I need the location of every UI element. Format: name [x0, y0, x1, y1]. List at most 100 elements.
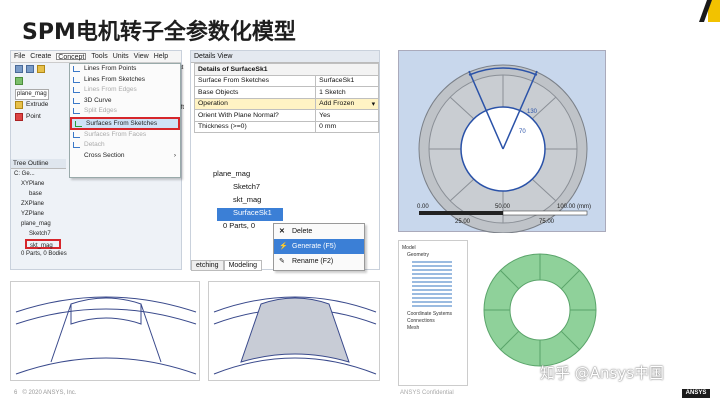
plane-dropdown[interactable]: plane_mag — [15, 89, 49, 100]
menu-item-label: Lines From Sketches — [84, 75, 146, 83]
tree-node[interactable]: Model — [402, 245, 464, 252]
rotor-ring-graphic: 130 70 0.00 50.00 100.00 (mm) 25.00 75.0… — [417, 64, 591, 234]
rotor-3d-view: 130 70 0.00 50.00 100.00 (mm) 25.00 75.0… — [398, 50, 606, 234]
rename-icon: ✎ — [279, 258, 285, 265]
tree-node[interactable]: 0 Parts, 0 Bodies — [11, 249, 67, 259]
menu-create[interactable]: Create — [30, 53, 51, 60]
bottom-tabs: etching Modeling — [191, 260, 262, 271]
surface-arc-graphic — [213, 296, 377, 375]
export-icon[interactable] — [37, 65, 45, 73]
slide-title: SPM电机转子全参数化模型 — [22, 20, 296, 45]
menu-item-label: Lines From Edges — [84, 86, 137, 93]
menu-item-cross-section[interactable]: Cross Section › — [70, 151, 180, 162]
split-icon — [73, 108, 80, 114]
details-key: Surface From Sketches — [193, 74, 317, 87]
save-icon[interactable] — [26, 65, 34, 73]
menu-tools[interactable]: Tools — [91, 53, 107, 60]
context-item-rename[interactable]: ✎ Rename (F2) — [274, 254, 364, 269]
footer-left: 6 © 2020 ANSYS, Inc. — [14, 390, 76, 396]
tree-node[interactable]: plane_mag — [199, 169, 379, 182]
tree-node[interactable]: skt_mag — [199, 195, 379, 208]
point-button[interactable]: Point — [26, 113, 41, 121]
details-section-title: Details of SurfaceSk1 — [194, 63, 379, 76]
tree-node[interactable]: YZPlane — [11, 209, 66, 219]
menu-item-surfaces-from-sketches[interactable]: Surfaces From Sketches — [70, 116, 180, 130]
menu-concept[interactable]: Concept — [56, 53, 87, 61]
menu-item-label: Split Edges — [84, 107, 117, 114]
detach-icon — [73, 142, 80, 148]
scale-label: 0.00 — [417, 204, 429, 210]
operation-select[interactable]: Add Frozen ▾ — [315, 97, 379, 110]
menu-help[interactable]: Help — [154, 53, 168, 60]
menu-item-3d-curve[interactable]: 3D Curve — [70, 96, 180, 107]
extrude-icon[interactable] — [15, 101, 23, 109]
dim-label: 130 — [527, 109, 538, 115]
tree-node[interactable]: XYPlane — [11, 179, 66, 189]
ansys-logo: ANSYS — [682, 389, 710, 398]
tree-node[interactable]: Connections — [402, 318, 464, 325]
select-icon[interactable] — [15, 77, 23, 85]
context-label: Generate (F5) — [292, 243, 336, 250]
tab-sketching[interactable]: etching — [191, 260, 224, 271]
page-number: 6 — [14, 390, 18, 396]
body-list — [412, 261, 464, 307]
menu-item-surfaces-from-faces: Surfaces From Faces — [70, 130, 180, 141]
tab-modeling[interactable]: Modeling — [223, 260, 262, 271]
menu-item-lines-from-points[interactable]: Lines From Points — [70, 64, 180, 75]
dropdown-arrow-icon: ▾ — [371, 100, 375, 108]
menu-item-label: 3D Curve — [84, 96, 112, 104]
context-item-generate[interactable]: ⚡ Generate (F5) — [274, 239, 364, 254]
point-icon[interactable] — [15, 113, 23, 121]
tree-node-surfacesk1[interactable]: SurfaceSk1 — [217, 208, 283, 221]
sketch-closeup-2 — [208, 281, 380, 381]
watermark: 知乎 @Ansys中国 — [540, 364, 665, 382]
lightning-icon: ⚡ — [279, 243, 288, 250]
details-key: Orient With Plane Normal? — [193, 109, 317, 122]
menu-file[interactable]: File — [14, 53, 25, 60]
tree-node[interactable]: Sketch7 — [199, 182, 379, 195]
tree-node[interactable]: Geometry — [402, 252, 464, 259]
menu-item-detach: Detach — [70, 140, 180, 151]
concept-dropdown-menu: Lines From Points Lines From Sketches Li… — [69, 63, 181, 178]
new-icon[interactable] — [15, 65, 23, 73]
details-value[interactable]: 0 mm — [315, 120, 379, 133]
menu-item-label: Cross Section — [84, 151, 125, 159]
sketch-closeup-1 — [10, 281, 200, 381]
curve-icon — [73, 97, 80, 104]
extrude-button[interactable]: Extrude — [26, 101, 48, 109]
context-menu: ✕ Delete ⚡ Generate (F5) ✎ Rename (F2) — [273, 223, 365, 271]
menu-item-label: Surfaces From Sketches — [86, 119, 158, 127]
context-label: Rename (F2) — [292, 258, 334, 265]
details-value[interactable]: SurfaceSk1 — [315, 74, 379, 87]
mechanical-tree-panel: Model Geometry Coordinate Systems Connec… — [398, 240, 468, 386]
context-label: Delete — [292, 228, 313, 235]
menu-item-label: Detach — [84, 141, 105, 148]
surface-icon — [75, 120, 82, 127]
tree-node[interactable]: Coordinate Systems — [402, 311, 464, 318]
chevron-right-icon: › — [173, 151, 176, 159]
details-view-panel: Details View Details of SurfaceSk1 Surfa… — [190, 50, 380, 271]
tree-node[interactable]: plane_mag — [11, 219, 66, 229]
tree-node[interactable]: ZXPlane — [11, 199, 66, 209]
line-icon — [73, 66, 80, 72]
sketch-arc-graphic — [15, 296, 197, 375]
tree-node[interactable]: C: Ge... — [11, 169, 66, 179]
menu-item-split-edges: Split Edges — [70, 106, 180, 117]
menu-view[interactable]: View — [134, 53, 149, 60]
menu-item-label: Surfaces From Faces — [84, 130, 147, 138]
menu-item-lines-from-sketches[interactable]: Lines From Sketches — [70, 75, 180, 86]
menu-units[interactable]: Units — [113, 53, 129, 60]
tree-node[interactable]: base — [11, 189, 66, 199]
footer-confidential: ANSYS Confidential — [400, 390, 454, 396]
scale-label: 50.00 — [495, 204, 511, 210]
details-key: Base Objects — [193, 86, 317, 99]
tree-node[interactable]: Sketch7 — [11, 229, 66, 239]
details-value[interactable]: 1 Sketch — [315, 86, 379, 99]
tree-node[interactable]: Mesh — [402, 325, 464, 332]
tree-node-selected[interactable]: skt_mag — [25, 239, 61, 249]
menu-bar: File Create Concept Tools Units View Hel… — [11, 51, 181, 63]
context-item-delete[interactable]: ✕ Delete — [274, 224, 364, 239]
tree-outline-header: Tree Outline — [11, 159, 66, 169]
details-value[interactable]: Yes — [315, 109, 379, 122]
close-icon: ✕ — [279, 228, 285, 235]
